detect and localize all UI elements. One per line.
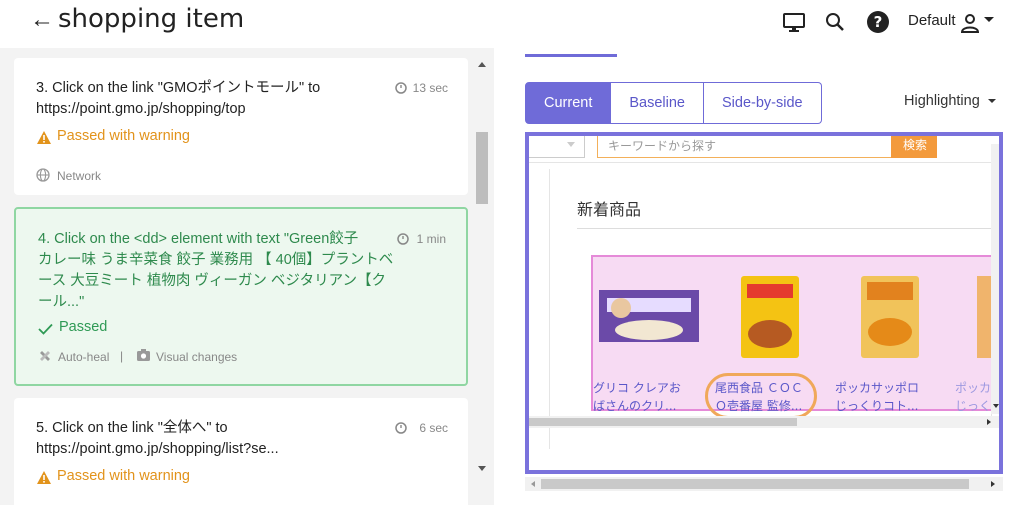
step-text-line: 5. Click on the link "全体へ" to bbox=[36, 420, 228, 436]
step-list: 3. Click on the link "GMOポイントモール" to htt… bbox=[0, 48, 494, 505]
chevron-down-icon bbox=[987, 99, 996, 104]
scroll-right-icon bbox=[987, 419, 991, 425]
screenshot-frame: キーワードから探す 検索 新着商品 グリコ クレアお ばさんのクリ... 尾西食… bbox=[525, 132, 1003, 474]
step-text-line: 4. Click on the <dd> element with text "… bbox=[38, 231, 359, 247]
product-image bbox=[741, 276, 799, 358]
element-focus-ring bbox=[705, 373, 817, 419]
scroll-thumb bbox=[529, 418, 797, 426]
tab-side-by-side[interactable]: Side-by-side bbox=[703, 82, 822, 124]
inner-vertical-scrollbar bbox=[991, 144, 999, 414]
help-icon[interactable]: ? bbox=[866, 10, 890, 34]
clock-icon bbox=[395, 82, 407, 94]
chevron-down-icon bbox=[567, 142, 575, 147]
step-meta-visual: Visual changes bbox=[156, 350, 238, 364]
search-button-label: 検索 bbox=[903, 138, 928, 152]
product-image bbox=[599, 290, 699, 342]
step-text-line: 3. Click on the link "GMOポイントモール" to bbox=[36, 80, 321, 96]
account-label[interactable]: Default bbox=[908, 12, 956, 29]
step-text-line: ール..." bbox=[38, 294, 85, 310]
page-title: shopping item bbox=[58, 4, 245, 34]
screenshot-search-input: キーワードから探す bbox=[597, 136, 893, 158]
step-status: Passed bbox=[59, 319, 108, 335]
step-card-4[interactable]: 4. Click on the <dd> element with text "… bbox=[14, 207, 468, 386]
divider bbox=[529, 162, 999, 163]
search-icon[interactable] bbox=[823, 10, 847, 34]
product-caption: グリコ クレアお bbox=[593, 381, 681, 395]
step-meta-network: Network bbox=[57, 169, 102, 183]
divider bbox=[549, 169, 550, 449]
step-card-5[interactable]: 5. Click on the link "全体へ" to https://po… bbox=[14, 398, 468, 505]
camera-icon bbox=[137, 349, 150, 361]
product-caption: ばさんのクリ... bbox=[593, 399, 677, 413]
globe-icon bbox=[36, 168, 50, 182]
product-caption: ポッカ bbox=[955, 381, 992, 395]
warning-icon bbox=[37, 131, 51, 144]
highlighting-label: Highlighting bbox=[904, 93, 980, 109]
tab-baseline[interactable]: Baseline bbox=[611, 82, 704, 124]
inner-horizontal-scrollbar bbox=[529, 416, 999, 428]
clock-icon bbox=[397, 233, 409, 245]
step-text-line: ース 大豆ミート 植物肉 ヴィーガン ベジタリアン【ク bbox=[38, 273, 387, 289]
step-duration: 6 sec bbox=[419, 421, 448, 435]
product-caption: じっくりコト... bbox=[835, 399, 919, 413]
product-caption: ポッカサッポロ bbox=[835, 381, 920, 395]
view-mode-tabs: Current Baseline Side-by-side bbox=[525, 82, 822, 124]
step-status: Passed with warning bbox=[57, 468, 190, 484]
scroll-left-icon[interactable] bbox=[529, 480, 537, 488]
step-list-scrollbar[interactable] bbox=[474, 58, 490, 478]
meta-separator: | bbox=[120, 349, 124, 363]
clock-icon bbox=[395, 422, 407, 434]
top-bar: ← shopping item ? Default bbox=[0, 0, 1024, 48]
active-tab-indicator bbox=[525, 54, 617, 57]
search-placeholder: キーワードから探す bbox=[608, 139, 717, 153]
section-title: 新着商品 bbox=[577, 200, 642, 219]
product-image bbox=[861, 276, 919, 358]
check-icon bbox=[38, 323, 53, 335]
highlighting-dropdown[interactable]: Highlighting bbox=[904, 93, 997, 109]
category-select bbox=[529, 136, 585, 158]
product-caption: じっく bbox=[955, 399, 992, 413]
scroll-right-icon[interactable] bbox=[989, 480, 997, 488]
svg-text:?: ? bbox=[874, 13, 883, 31]
step-text-line: カレー味 うま辛菜食 餃子 業務用 【 40個】プラントベ bbox=[38, 252, 394, 268]
screenshot-search-button: 検索 bbox=[891, 136, 937, 158]
chevron-down-icon[interactable] bbox=[982, 13, 996, 27]
step-text-line: https://point.gmo.jp/shopping/list?se... bbox=[36, 441, 279, 457]
step-duration: 1 min bbox=[416, 232, 446, 246]
monitor-icon[interactable] bbox=[782, 10, 806, 34]
scroll-down-icon bbox=[993, 404, 999, 408]
auto-heal-icon bbox=[40, 351, 50, 361]
scroll-thumb[interactable] bbox=[541, 479, 969, 489]
step-card-3[interactable]: 3. Click on the link "GMOポイントモール" to htt… bbox=[14, 58, 468, 195]
divider bbox=[577, 228, 993, 229]
frame-horizontal-scrollbar[interactable] bbox=[525, 477, 1003, 491]
user-icon[interactable] bbox=[958, 11, 982, 35]
step-duration: 13 sec bbox=[412, 81, 448, 95]
tab-current[interactable]: Current bbox=[525, 82, 612, 124]
back-arrow-icon[interactable]: ← bbox=[30, 6, 54, 34]
step-status: Passed with warning bbox=[57, 128, 190, 144]
step-meta-autoheal: Auto-heal bbox=[58, 350, 110, 364]
warning-icon bbox=[37, 471, 51, 484]
step-text-line: https://point.gmo.jp/shopping/top bbox=[36, 101, 246, 117]
